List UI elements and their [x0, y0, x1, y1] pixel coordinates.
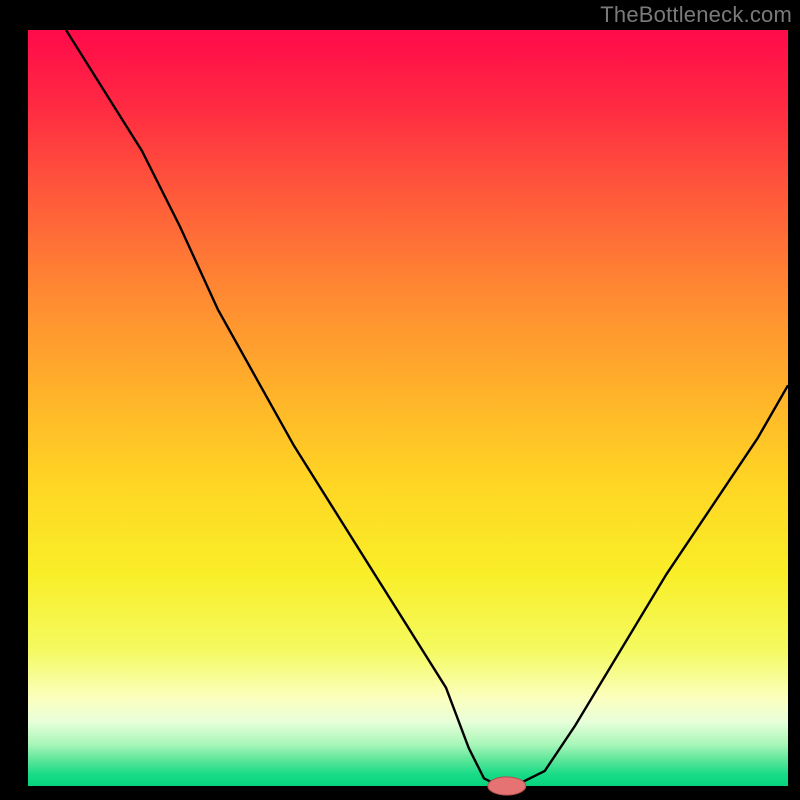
chart-container: TheBottleneck.com: [0, 0, 800, 800]
watermark-text: TheBottleneck.com: [600, 2, 792, 28]
plot-background: [28, 30, 788, 786]
bottleneck-chart: [0, 0, 800, 800]
optimum-marker: [488, 777, 526, 795]
